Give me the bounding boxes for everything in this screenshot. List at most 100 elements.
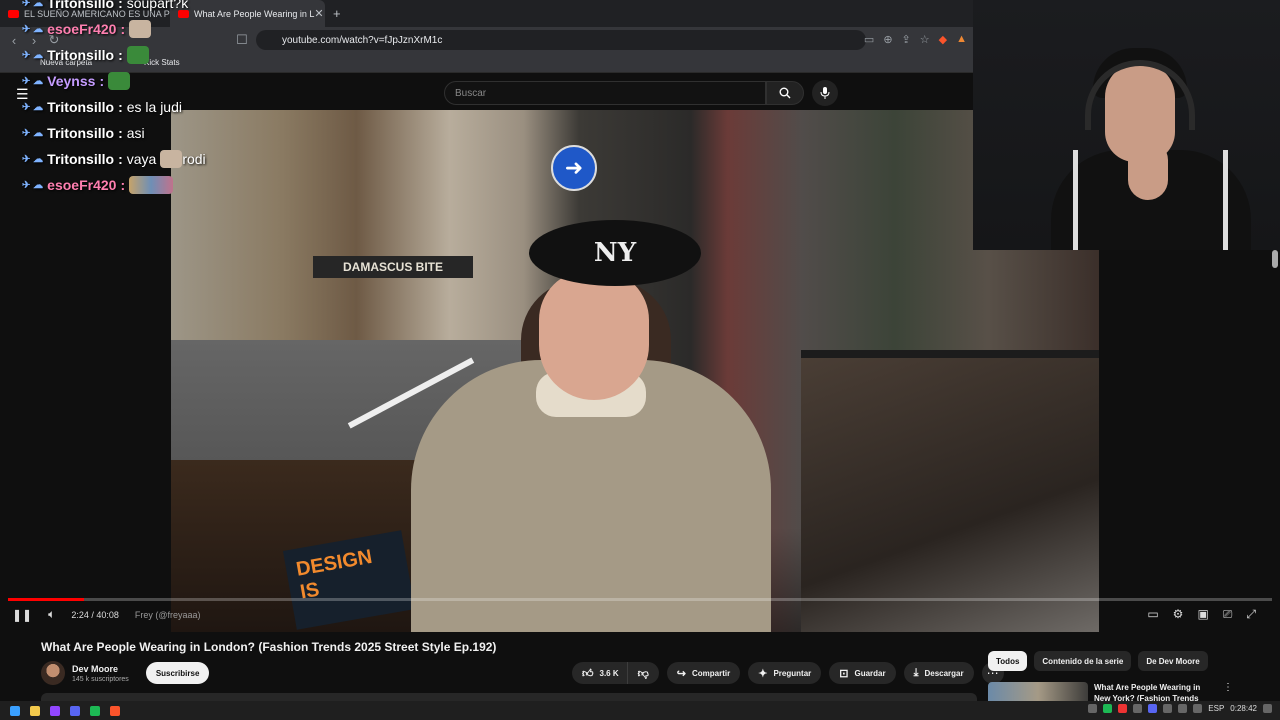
- chat-badge-icon: ✈ ☁: [22, 75, 44, 87]
- new-tab-button[interactable]: +: [325, 6, 349, 21]
- chat-badge-icon: ✈ ☁: [22, 153, 44, 165]
- network-icon[interactable]: [1178, 704, 1188, 713]
- save-button[interactable]: ⊡ Guardar: [829, 662, 896, 684]
- notification-icon[interactable]: [1263, 704, 1272, 713]
- recommended-title[interactable]: What Are People Wearing in New York? (Fa…: [1094, 682, 1209, 702]
- chat-separator: :: [118, 151, 123, 167]
- chat-message: ✈ ☁ Veynss:: [22, 68, 262, 94]
- zoom-icon[interactable]: ⊕: [883, 33, 892, 46]
- chat-username[interactable]: Tritonsillo: [47, 0, 114, 11]
- scrollbar[interactable]: [1272, 250, 1278, 268]
- tray-icon[interactable]: [1133, 704, 1143, 713]
- miniplayer-icon[interactable]: ▣: [1197, 607, 1208, 622]
- clock[interactable]: 0:28:42: [1230, 704, 1257, 713]
- chat-separator: :: [99, 73, 105, 89]
- chat-username[interactable]: Veynss: [47, 73, 95, 89]
- save-icon: ⊡: [839, 667, 849, 680]
- fullscreen-icon[interactable]: ⤢: [1246, 607, 1256, 622]
- share-page-icon[interactable]: ⇪: [902, 33, 911, 46]
- chip-all[interactable]: Todos: [988, 651, 1028, 671]
- url-field[interactable]: youtube.com/watch?v=fJpJznXrM1c: [256, 30, 866, 50]
- brave-shield-icon[interactable]: ◆: [939, 33, 947, 46]
- player-controls: ❚❚ 🔈︎ 2:24 / 40:08 Frey (@freyaaa) ▭ ⚙ ▣…: [0, 598, 1280, 632]
- channel-name[interactable]: Dev Moore: [72, 664, 129, 674]
- chat-username[interactable]: Tritonsillo: [47, 47, 114, 63]
- spotify-icon[interactable]: [90, 705, 100, 716]
- chat-separator: :: [118, 47, 123, 63]
- progress-bar[interactable]: [8, 598, 1272, 601]
- chip-series[interactable]: Contenido de la serie: [1034, 651, 1132, 671]
- mic-icon: [820, 87, 830, 99]
- discord-icon[interactable]: [70, 705, 80, 716]
- file-explorer-icon[interactable]: [30, 705, 40, 716]
- video-shop-window: [801, 350, 1099, 632]
- video-person: NY: [411, 220, 771, 632]
- search-input[interactable]: Buscar: [444, 81, 766, 105]
- more-icon[interactable]: ⋮: [1223, 682, 1233, 702]
- like-count: 3.6 K: [599, 668, 619, 678]
- start-icon[interactable]: [10, 705, 20, 716]
- subtitles-icon[interactable]: ▭: [1147, 607, 1158, 622]
- subscribe-button[interactable]: Suscribirse: [145, 662, 210, 684]
- channel-info: Dev Moore 145 k suscriptores: [72, 664, 129, 683]
- tray-icon[interactable]: [1163, 704, 1173, 713]
- browser-toolbar-icons: ▭ ⊕ ⇪ ☆ ◆ ▲: [864, 33, 967, 46]
- search-button[interactable]: [766, 81, 804, 105]
- chat-username[interactable]: esoeFr420: [47, 177, 116, 193]
- chat-username[interactable]: Tritonsillo: [47, 125, 114, 141]
- ask-button[interactable]: ✦ Preguntar: [748, 662, 822, 684]
- cast-icon[interactable]: ▭: [864, 33, 874, 46]
- chat-message: ✈ ☁ Tritonsillo: soupart?k: [22, 0, 262, 16]
- chat-emote-icon: [129, 176, 174, 194]
- cast-icon[interactable]: ⎚: [1223, 607, 1233, 622]
- chat-text: rodi: [182, 151, 206, 167]
- search-icon: [779, 87, 791, 99]
- chip-channel[interactable]: De Dev Moore: [1138, 651, 1208, 671]
- video-player[interactable]: DAMASCUS BITE ➜ DESIGN IS NY: [171, 110, 1099, 632]
- chat-text: soupart?k: [126, 0, 189, 11]
- volume-icon[interactable]: 🔈︎: [48, 607, 55, 622]
- recommended-video[interactable]: What Are People Wearing in New York? (Fa…: [988, 682, 1278, 702]
- like-icon: 👍︎: [582, 667, 594, 680]
- chat-username[interactable]: esoeFr420: [47, 21, 116, 37]
- chat-username[interactable]: Tritonsillo: [47, 151, 114, 167]
- chat-badge-icon: ✈ ☁: [22, 49, 44, 61]
- download-button[interactable]: ⤓ Descargar: [903, 662, 974, 684]
- dislike-icon: 👎︎: [637, 667, 649, 680]
- time-display: 2:24 / 40:08: [71, 609, 119, 620]
- brave-icon[interactable]: [110, 705, 120, 716]
- avatar[interactable]: [41, 661, 65, 685]
- chat-badge-icon: ✈ ☁: [22, 0, 44, 9]
- tray-icon[interactable]: [1118, 704, 1128, 713]
- chat-emote-icon: [126, 46, 149, 64]
- share-button[interactable]: ↪ Compartir: [666, 662, 741, 684]
- download-icon: ⤓: [913, 666, 919, 679]
- settings-icon[interactable]: ⚙: [1173, 607, 1184, 622]
- dislike-button[interactable]: 👎︎: [626, 662, 659, 684]
- like-button[interactable]: 👍︎ 3.6 K: [572, 662, 627, 684]
- chapter-title[interactable]: Frey (@freyaaa): [135, 610, 201, 620]
- tray-icon[interactable]: [1148, 704, 1158, 713]
- chat-badge-icon: ✈ ☁: [22, 101, 44, 113]
- chat-separator: :: [118, 0, 123, 11]
- voice-search-button[interactable]: [812, 80, 838, 106]
- rewards-icon[interactable]: ▲: [956, 33, 967, 46]
- language-indicator[interactable]: ESP: [1208, 704, 1224, 713]
- description-box[interactable]: [41, 693, 977, 701]
- youtube-favicon-icon: [8, 9, 19, 18]
- back-icon[interactable]: ‹: [4, 33, 24, 48]
- chat-username[interactable]: Tritonsillo: [47, 99, 114, 115]
- pause-icon[interactable]: ❚❚: [12, 608, 32, 622]
- save-label: Guardar: [854, 668, 886, 678]
- volume-icon[interactable]: [1193, 704, 1203, 713]
- chat-text: asi: [126, 125, 145, 141]
- star-icon[interactable]: ☆: [920, 33, 930, 46]
- close-tab-icon[interactable]: ✕: [314, 7, 323, 20]
- twitch-icon[interactable]: [50, 705, 60, 716]
- chat-text: es la judi: [126, 99, 182, 115]
- tray-icon[interactable]: [1088, 704, 1098, 713]
- recommended-thumbnail[interactable]: [988, 682, 1088, 702]
- tray-icon[interactable]: [1103, 704, 1113, 713]
- video-road-sign: ➜: [551, 145, 597, 191]
- system-tray: ESP 0:28:42: [1088, 704, 1272, 713]
